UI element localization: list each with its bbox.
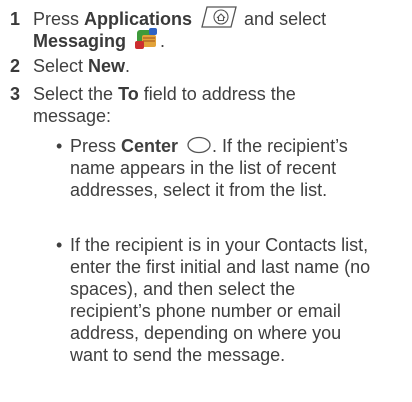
center-button-icon xyxy=(186,136,212,154)
instruction-list: 1 Press Applications and select Messagin… xyxy=(0,0,412,402)
step-number: 3 xyxy=(10,84,21,104)
applications-icon xyxy=(199,5,239,29)
messaging-icon xyxy=(134,27,160,51)
list-item-text: enter the first initial and last name (n… xyxy=(70,257,371,277)
list-item-text: want to send the message. xyxy=(70,345,286,365)
messaging-label: Messaging xyxy=(33,31,127,51)
list-item-text: spaces), and then select the xyxy=(70,279,296,299)
applications-label: Applications xyxy=(84,9,193,29)
list-item-text: addresses, select it from the list. xyxy=(70,180,328,200)
step-number: 1 xyxy=(10,9,21,29)
list-item-text: If the recipient is in your Contacts lis… xyxy=(70,235,369,255)
list-item-text: recipient’s phone number or email xyxy=(70,301,341,321)
step-text: message: xyxy=(33,106,112,126)
bullet-dot: • xyxy=(56,136,63,156)
center-label: Center xyxy=(121,136,179,156)
list-item-text: name appears in the list of recent xyxy=(70,158,337,178)
step-text: Press xyxy=(33,9,85,29)
new-label: New xyxy=(88,56,126,76)
bullet-dot: • xyxy=(56,235,63,255)
list-item-text: address, depending on where you xyxy=(70,323,342,343)
to-label: To xyxy=(118,84,139,104)
step-number: 2 xyxy=(10,56,21,76)
